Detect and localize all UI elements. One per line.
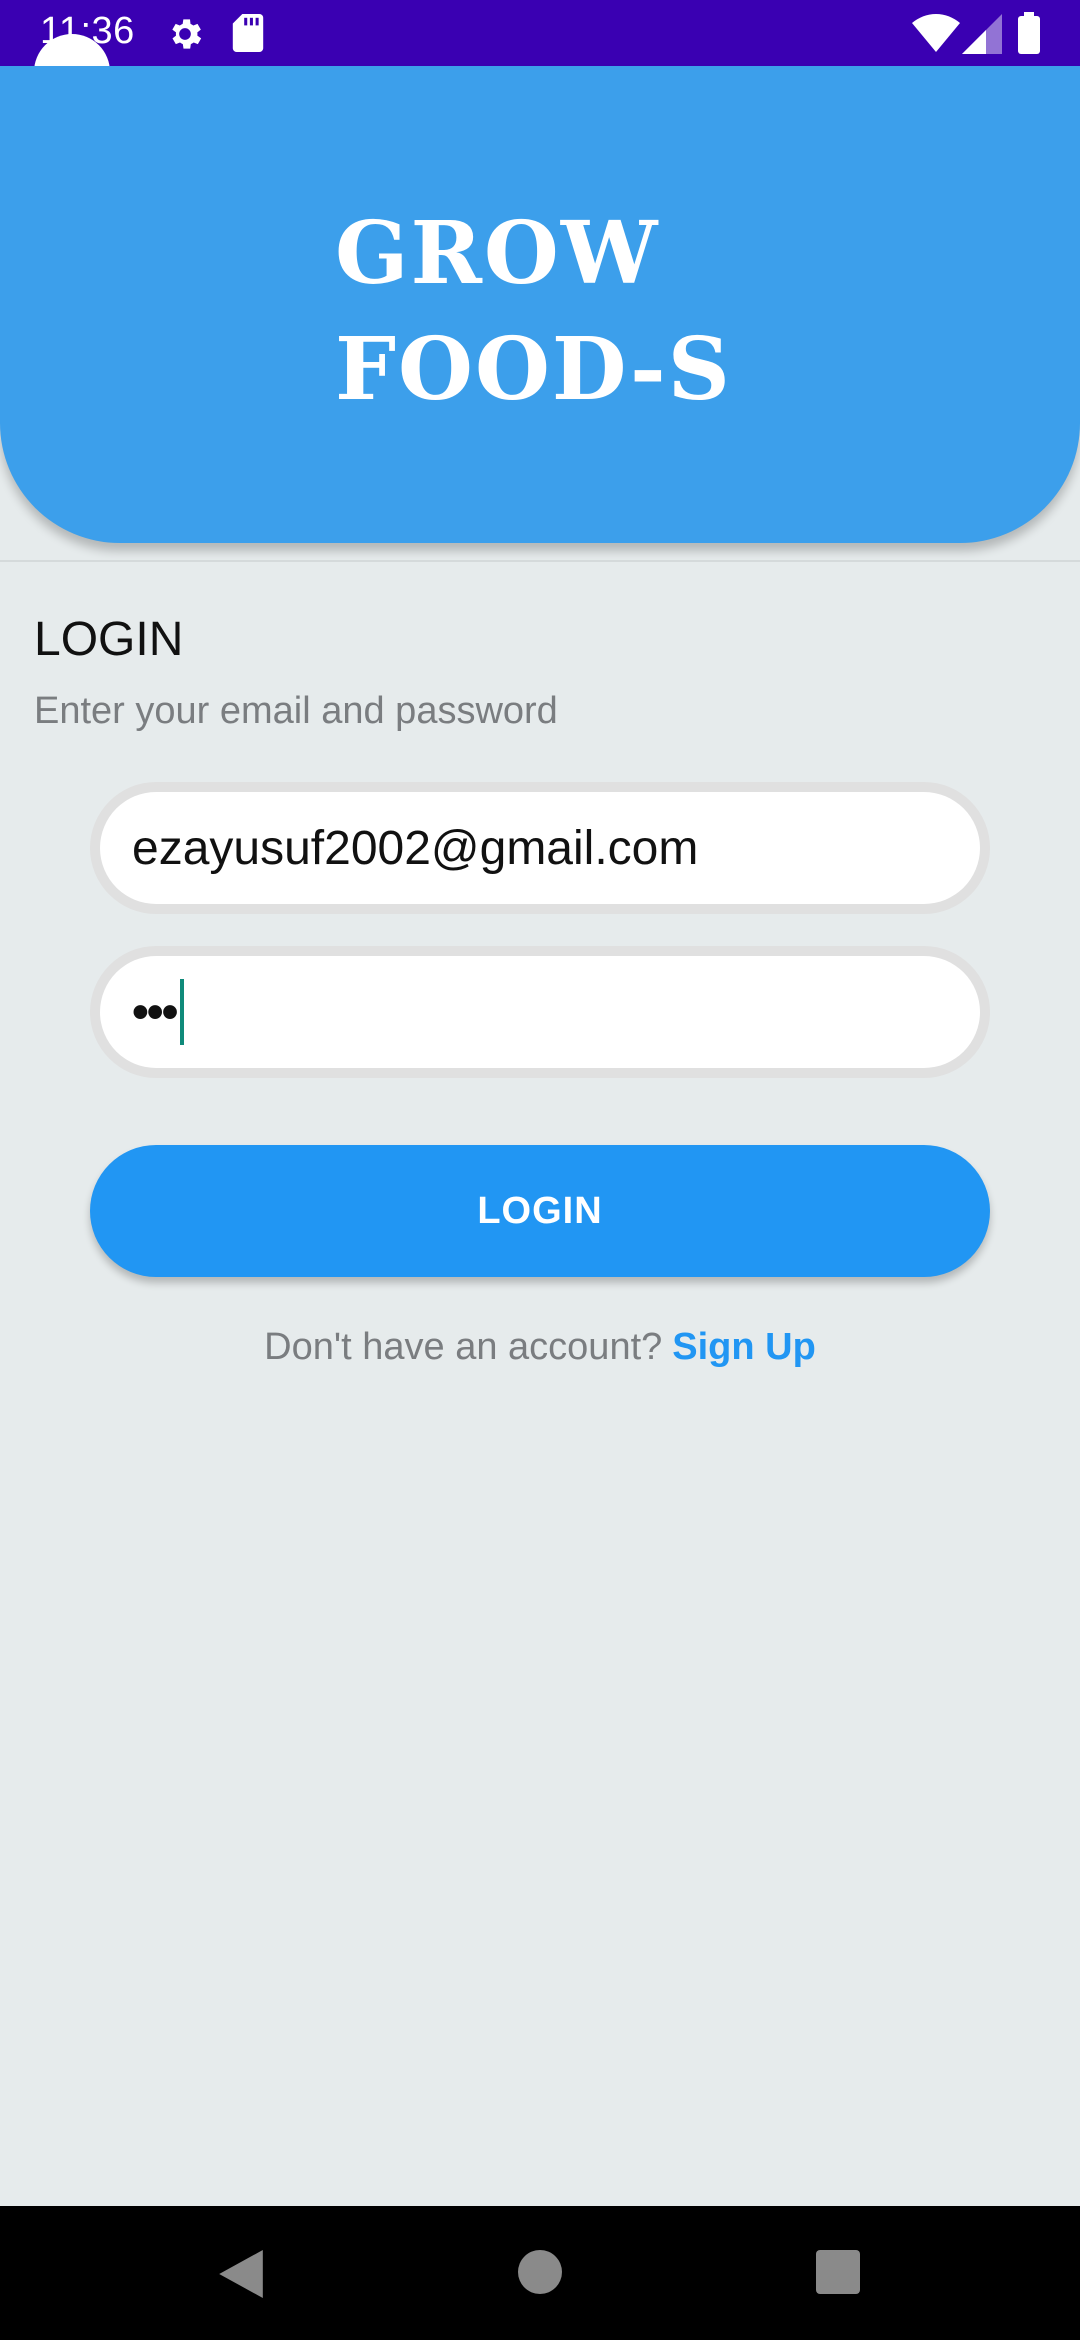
- recents-icon[interactable]: [816, 2250, 860, 2294]
- text-cursor: [180, 979, 185, 1045]
- divider: [0, 560, 1080, 562]
- status-bar: 11:36: [0, 0, 1080, 66]
- password-field[interactable]: •••: [100, 956, 980, 1068]
- app-title-line-1: GROW: [335, 203, 660, 304]
- battery-icon: [1018, 12, 1040, 54]
- signup-link[interactable]: Sign Up: [672, 1326, 816, 1368]
- signal-icon: [962, 14, 1002, 54]
- password-field-container: •••: [90, 946, 990, 1078]
- home-icon[interactable]: [518, 2250, 562, 2294]
- email-field-container: ezayusuf2002@gmail.com: [90, 782, 990, 914]
- login-button[interactable]: LOGIN: [90, 1145, 990, 1277]
- header-banner: GROW FOOD-S: [0, 66, 1080, 543]
- password-masked-value: •••: [132, 985, 178, 1039]
- login-heading: LOGIN: [34, 613, 184, 666]
- back-icon[interactable]: [218, 2250, 264, 2298]
- wifi-icon: [912, 14, 960, 52]
- signup-prompt: Don't have an account?: [264, 1326, 663, 1368]
- gear-icon: [172, 19, 202, 49]
- login-screen: 11:36 GROW FOOD-S LOGIN Enter your email…: [0, 0, 1080, 2340]
- email-field[interactable]: ezayusuf2002@gmail.com: [100, 792, 980, 904]
- login-subtitle: Enter your email and password: [34, 690, 558, 732]
- app-title: GROW FOOD-S: [335, 196, 732, 428]
- sd-card-icon: [232, 14, 264, 52]
- navigation-bar: [0, 2206, 1080, 2340]
- signup-row: Don't have an account? Sign Up: [0, 1326, 1080, 1369]
- email-value: ezayusuf2002@gmail.com: [132, 821, 699, 875]
- app-title-line-2: FOOD-S: [335, 319, 732, 420]
